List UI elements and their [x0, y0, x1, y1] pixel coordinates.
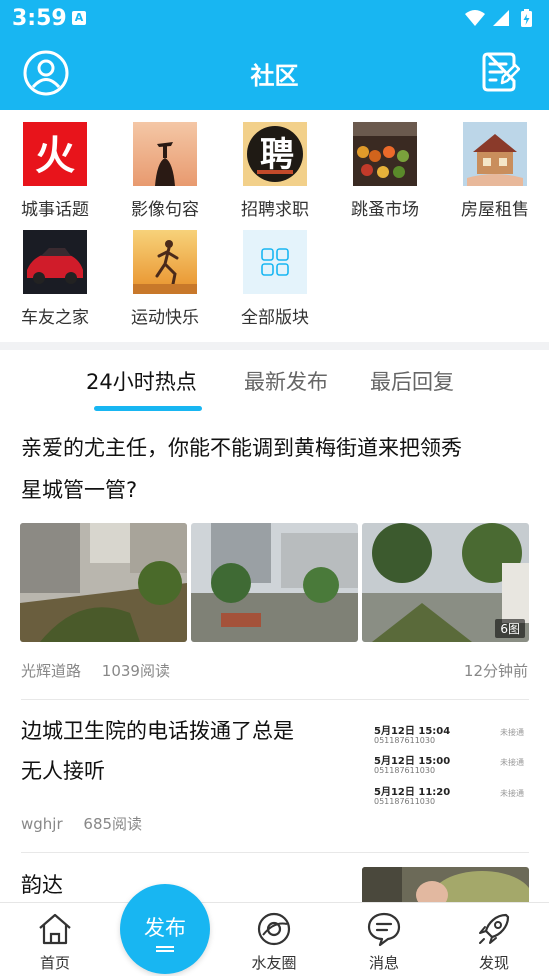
rocket-icon: [479, 913, 510, 944]
planet-icon: [257, 912, 291, 946]
tab-last-reply[interactable]: 最后回复: [370, 366, 454, 396]
category-housing[interactable]: 房屋租售: [440, 110, 549, 220]
post-photo[interactable]: 6图: [362, 523, 529, 642]
call-log-row: 5月12日 15:04 051187611030 未接通: [374, 726, 524, 745]
call-log-row: 5月12日 15:00 051187611030 未接通: [374, 756, 524, 775]
category-city-topics[interactable]: 火 城事话题: [0, 110, 110, 220]
post-photo[interactable]: [20, 523, 187, 642]
divider: [21, 699, 529, 700]
nav-messages[interactable]: 消息: [339, 903, 429, 976]
nav-label: 发现: [478, 954, 509, 972]
divider: [21, 852, 529, 853]
publish-label: 发布: [144, 916, 186, 940]
post-title-line2: 星城管一管?: [21, 478, 138, 502]
call-log-row: 5月12日 11:20 051187611030 未接通: [374, 787, 524, 806]
edit-note-icon: [482, 52, 521, 92]
category-label: 城事话题: [21, 200, 89, 220]
page-title: 社区: [250, 62, 299, 90]
category-label: 跳蚤市场: [351, 200, 419, 220]
post-meta: wghjr 685阅读: [21, 813, 158, 834]
post-photo[interactable]: [362, 867, 529, 907]
category-flea-market[interactable]: 跳蚤市场: [330, 110, 440, 220]
signal-icon: [493, 10, 509, 26]
status-time: 3:59: [12, 6, 67, 31]
active-tab-indicator: [94, 406, 202, 411]
tab-latest[interactable]: 最新发布: [244, 366, 328, 396]
category-recruit[interactable]: 聘 招聘求职: [220, 110, 330, 220]
status-icons: [463, 8, 539, 28]
tab-24h-hot[interactable]: 24小时热点: [86, 366, 197, 396]
car-icon: [23, 230, 87, 294]
status-bar: 3:59 A: [0, 0, 549, 36]
battery-icon: [521, 9, 532, 27]
svg-text:聘: 聘: [260, 135, 294, 175]
feed-tabs: 24小时热点 最新发布 最后回复: [0, 350, 549, 414]
category-label: 影像句容: [131, 200, 199, 220]
category-car-club[interactable]: 车友之家: [0, 218, 110, 328]
nav-home[interactable]: 首页: [10, 903, 100, 976]
nav-discover[interactable]: 发现: [449, 903, 539, 976]
category-label: 房屋租售: [461, 200, 529, 220]
post-meta: 光辉道路 1039阅读: [21, 660, 186, 681]
post-title: 边城卫生院的电话拨通了总是: [21, 719, 294, 743]
top-bar: 3:59 A 社区: [0, 0, 549, 110]
category-sports[interactable]: 运动快乐: [110, 218, 220, 328]
post-author[interactable]: 光辉道路: [21, 662, 81, 680]
category-label: 全部版块: [241, 308, 309, 328]
section-divider: [0, 342, 549, 350]
photo-count-badge: 6图: [495, 619, 525, 638]
post-title-line2: 无人接听: [21, 759, 105, 783]
post-title: 亲爱的尤主任，你能不能调到黄梅街道来把领秀: [21, 436, 462, 460]
house-icon: [463, 122, 527, 186]
nav-label: 首页: [39, 954, 70, 972]
post-photo[interactable]: [191, 523, 358, 642]
home-icon: [39, 913, 71, 945]
post-title: 韵达: [21, 873, 63, 897]
category-label: 运动快乐: [131, 308, 199, 328]
nav-friends-circle[interactable]: 水友圈: [229, 903, 319, 976]
app-header: 社区: [0, 36, 549, 110]
call-log-thumbnail[interactable]: 5月12日 15:04 051187611030 未接通 5月12日 15:00…: [362, 712, 530, 814]
nav-label: 水友圈: [251, 954, 297, 972]
category-label: 招聘求职: [241, 200, 309, 220]
svg-text:火: 火: [35, 133, 75, 179]
post-reads: 1039阅读: [101, 662, 170, 680]
runner-icon: [133, 230, 197, 294]
post-reads: 685阅读: [83, 815, 143, 833]
compose-button[interactable]: [482, 51, 521, 93]
category-all-sections[interactable]: 全部版块: [220, 218, 330, 328]
category-grid: 火 城事话题 影像句容 聘 招聘求职 跳蚤市场 房屋租售 车友之家 运动快乐 全…: [0, 110, 549, 342]
category-imagery[interactable]: 影像句容: [110, 110, 220, 220]
wifi-icon: [465, 10, 485, 26]
publish-button[interactable]: 发布: [120, 884, 210, 974]
chat-bubble-icon: [367, 912, 401, 947]
fire-icon: 火: [23, 122, 87, 186]
notification-badge-icon: A: [72, 11, 86, 25]
recruit-icon: 聘: [243, 122, 307, 186]
grid-icon: [243, 230, 307, 294]
bottom-nav: 首页 水友圈 消息 发现: [0, 902, 549, 976]
market-photo-icon: [353, 122, 417, 186]
post-author[interactable]: wghjr: [21, 815, 63, 833]
sunset-photo-icon: [133, 122, 197, 186]
category-label: 车友之家: [21, 308, 89, 328]
menu-lines-icon: [156, 946, 174, 952]
nav-label: 消息: [368, 954, 399, 972]
post-time: 12分钟前: [463, 662, 528, 680]
